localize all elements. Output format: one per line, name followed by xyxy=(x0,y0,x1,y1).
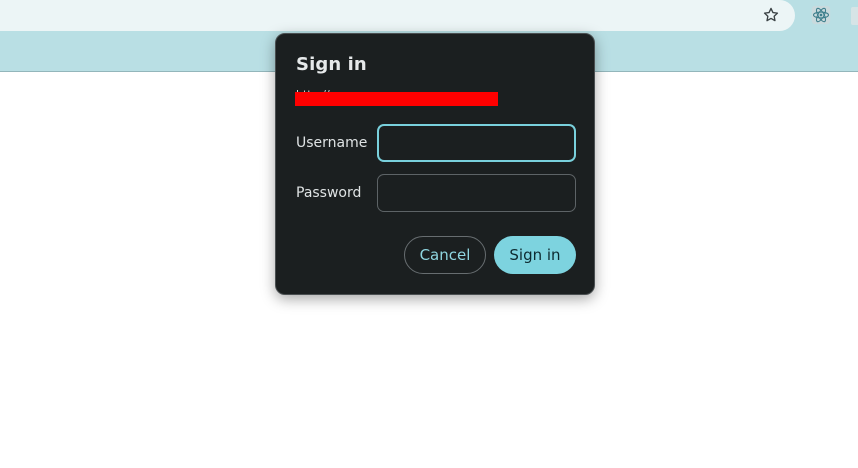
star-icon[interactable] xyxy=(760,5,782,25)
redaction-bar xyxy=(295,92,498,106)
sign-in-dialog: Sign in http:// Username Password Cancel… xyxy=(275,33,595,295)
address-bar[interactable] xyxy=(0,0,795,31)
browser-menu-button[interactable] xyxy=(851,7,858,25)
username-label: Username xyxy=(296,135,368,151)
password-field[interactable] xyxy=(377,174,576,212)
cancel-button[interactable]: Cancel xyxy=(404,236,486,274)
browser-window: Sign in http:// Username Password Cancel… xyxy=(0,0,858,468)
dialog-title: Sign in xyxy=(296,54,367,75)
react-extension-icon[interactable] xyxy=(810,4,832,26)
sign-in-button[interactable]: Sign in xyxy=(494,236,576,274)
username-field[interactable] xyxy=(377,124,576,162)
password-label: Password xyxy=(296,185,362,201)
browser-toolbar xyxy=(0,0,858,31)
